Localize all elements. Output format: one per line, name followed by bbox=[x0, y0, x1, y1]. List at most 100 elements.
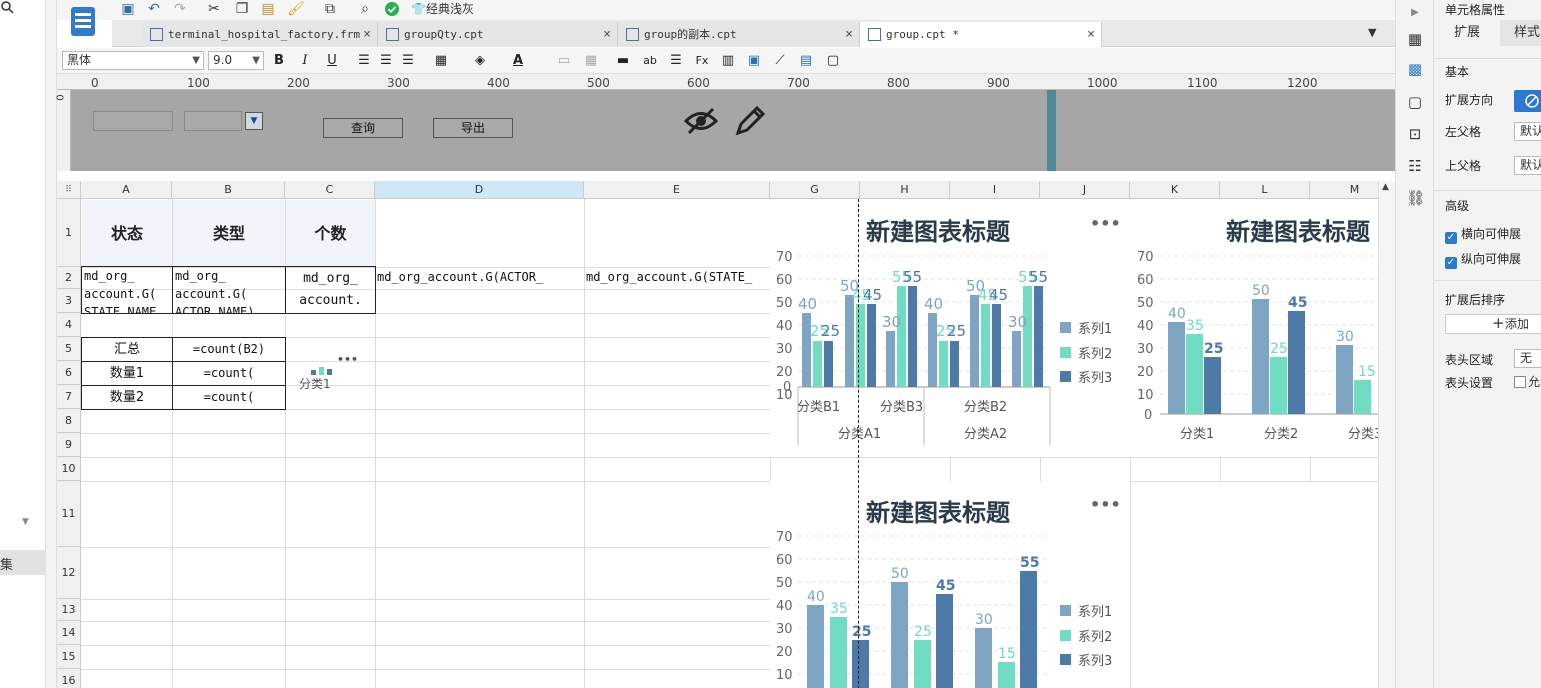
row-header-12[interactable]: 12 bbox=[57, 547, 81, 599]
align-right-icon[interactable]: ☰ bbox=[399, 52, 417, 70]
close-icon[interactable]: × bbox=[603, 22, 611, 47]
cut-icon[interactable]: ✂ bbox=[205, 1, 223, 17]
bold-icon[interactable]: B bbox=[270, 52, 288, 70]
image-icon[interactable]: ▣ bbox=[745, 52, 763, 70]
row-header-14[interactable]: 14 bbox=[57, 621, 81, 645]
search-icon[interactable] bbox=[0, 0, 16, 16]
font-family-select[interactable]: 黑体 ▼ bbox=[62, 51, 204, 70]
row-header-15[interactable]: 15 bbox=[57, 645, 81, 669]
column-header-d[interactable]: D bbox=[375, 181, 584, 199]
column-header-e[interactable]: E bbox=[584, 181, 770, 199]
calendar-dropdown-icon[interactable]: ▼ bbox=[245, 112, 263, 130]
widget-settings-icon[interactable]: ⊡ bbox=[1406, 125, 1424, 143]
row-header-11[interactable]: 11 bbox=[57, 481, 81, 547]
format-painter-icon[interactable]: 🖌 bbox=[287, 1, 305, 17]
cell-c1-count-header[interactable]: 个数 bbox=[286, 200, 375, 267]
column-header-b[interactable]: B bbox=[172, 181, 285, 199]
column-header-i[interactable]: I bbox=[950, 181, 1040, 199]
close-icon[interactable]: × bbox=[1087, 22, 1095, 47]
chart-2[interactable]: 新建图表标题 70 60 50 40 30 20 10 0 40 35 25 5… bbox=[1130, 200, 1378, 457]
cell-a7-qty2-label[interactable]: 数量2 bbox=[82, 386, 172, 409]
tab-group-copy[interactable]: group的副本.cpt × bbox=[618, 22, 860, 47]
v-extend-checkbox[interactable]: ✓ 纵向可伸展 bbox=[1445, 250, 1521, 269]
paste-icon[interactable]: ▤ bbox=[259, 1, 277, 17]
cell-a6-qty1-label[interactable]: 数量1 bbox=[82, 362, 172, 385]
row-header-3[interactable]: 3 bbox=[57, 289, 81, 313]
row-header-10[interactable]: 10 bbox=[57, 457, 81, 481]
dataset-tree-item[interactable]: 集 bbox=[0, 550, 46, 575]
expand-panel-icon[interactable]: ▶ bbox=[1406, 4, 1424, 22]
tab-groupqty[interactable]: groupQty.cpt × bbox=[378, 22, 618, 47]
copy-icon[interactable]: ❐ bbox=[233, 1, 251, 17]
theme-button[interactable]: 👕经典浅灰 bbox=[411, 1, 474, 17]
cell-c2-count-field[interactable]: md_org_ account. bbox=[285, 266, 376, 314]
h-extend-checkbox[interactable]: ✓ 横向可伸展 bbox=[1445, 225, 1521, 244]
edit-pencil-icon[interactable] bbox=[733, 104, 767, 141]
float-element-icon[interactable]: ▢ bbox=[1406, 93, 1424, 111]
cell-a5-total-label[interactable]: 汇总 bbox=[82, 338, 172, 361]
query-button[interactable]: 查询 bbox=[323, 118, 403, 138]
tab-list-dropdown-icon[interactable]: ▼ bbox=[1368, 26, 1376, 39]
param-date-input[interactable] bbox=[184, 111, 242, 131]
cell-b1-type-header[interactable]: 类型 bbox=[173, 200, 285, 267]
header-area-select[interactable]: 无 bbox=[1514, 349, 1541, 368]
cell-b7-count-formula[interactable]: =count( bbox=[173, 386, 285, 409]
row-header-6[interactable]: 6 bbox=[57, 361, 81, 385]
font-size-select[interactable]: 9.0 ▼ bbox=[208, 51, 264, 70]
scroll-up-icon[interactable]: ▲ bbox=[1382, 182, 1389, 192]
preview-icon[interactable]: ⌕ bbox=[356, 1, 374, 17]
param-input-1[interactable] bbox=[93, 111, 173, 131]
formula-icon[interactable]: Fx bbox=[693, 52, 711, 70]
top-parent-select[interactable]: 默认 bbox=[1514, 156, 1541, 175]
cell-a1-status-header[interactable]: 状态 bbox=[82, 200, 172, 267]
cell-b5-count-formula[interactable]: =count(B2) bbox=[173, 338, 285, 361]
column-header-c[interactable]: C bbox=[285, 181, 375, 199]
hyperlink-icon[interactable]: ⛓ bbox=[1406, 189, 1425, 207]
row-header-2[interactable]: 2 bbox=[57, 267, 81, 289]
left-parent-select[interactable]: 默认 bbox=[1514, 122, 1541, 141]
mini-chart-cell[interactable]: ••• 分类1 bbox=[297, 353, 367, 399]
tab-group[interactable]: group.cpt * × bbox=[860, 22, 1102, 47]
expand-direction-toggle[interactable] bbox=[1514, 90, 1541, 112]
condition-icon[interactable]: ☷ bbox=[1406, 157, 1424, 175]
border-icon[interactable]: ▦ bbox=[432, 52, 450, 70]
add-sort-button[interactable]: + 添加 bbox=[1445, 314, 1541, 334]
column-header-g[interactable]: G bbox=[770, 181, 860, 199]
panel-splitter[interactable] bbox=[46, 0, 57, 688]
check-icon[interactable] bbox=[383, 1, 401, 17]
cell-element-icon[interactable]: ▩ bbox=[1406, 60, 1424, 78]
tab-expand[interactable]: 扩展 bbox=[1434, 20, 1500, 46]
close-icon[interactable]: × bbox=[363, 22, 371, 47]
collapse-arrow-icon[interactable]: ▼ bbox=[22, 517, 29, 527]
row-header-7[interactable]: 7 bbox=[57, 385, 81, 409]
column-header-j[interactable]: J bbox=[1040, 181, 1130, 199]
fill-color-icon[interactable]: ◈ bbox=[471, 52, 489, 70]
save-icon[interactable]: ▣ bbox=[119, 1, 137, 17]
cell-b6-count-formula[interactable]: =count( bbox=[173, 362, 285, 385]
align-left-icon[interactable]: ☰ bbox=[355, 52, 373, 70]
eye-hidden-icon[interactable] bbox=[683, 106, 719, 139]
vertical-scrollbar[interactable]: ▲ bbox=[1378, 181, 1395, 688]
chart-icon[interactable]: ▥ bbox=[719, 52, 737, 70]
text-icon[interactable]: ab bbox=[641, 52, 659, 70]
column-header-h[interactable]: H bbox=[860, 181, 950, 199]
underline-icon[interactable]: U bbox=[323, 52, 341, 70]
diagonal-line-icon[interactable]: ⟋ bbox=[771, 52, 789, 70]
row-header-9[interactable]: 9 bbox=[57, 433, 81, 457]
chart-1[interactable]: 新建图表标题 ••• 70 60 50 40 30 20 10 0 40 25 … bbox=[770, 200, 1129, 457]
cell-attributes-icon[interactable]: ▦ bbox=[1406, 30, 1424, 48]
column-header-m[interactable]: M bbox=[1310, 181, 1378, 199]
widget-icon[interactable]: ▢ bbox=[824, 52, 842, 70]
paragraph-icon[interactable]: ☰ bbox=[667, 52, 685, 70]
redo-icon[interactable]: ↷ bbox=[171, 1, 189, 17]
close-icon[interactable]: × bbox=[845, 22, 853, 47]
column-header-l[interactable]: L bbox=[1220, 181, 1310, 199]
select-all-corner[interactable]: ⠿ bbox=[57, 181, 81, 199]
cell-d2-actor-field[interactable]: md_org_account.G(ACTOR_ bbox=[377, 267, 583, 289]
merge-cells-icon[interactable]: ▭ bbox=[555, 52, 573, 70]
tab-style[interactable]: 样式 bbox=[1500, 20, 1541, 46]
export-button[interactable]: 导出 bbox=[433, 118, 513, 138]
column-header-a[interactable]: A bbox=[81, 181, 172, 199]
cell-a2-state-field[interactable]: md_org_ account.G( STATE_NAME bbox=[81, 266, 173, 314]
split-cells-icon[interactable]: ▦ bbox=[582, 52, 600, 70]
